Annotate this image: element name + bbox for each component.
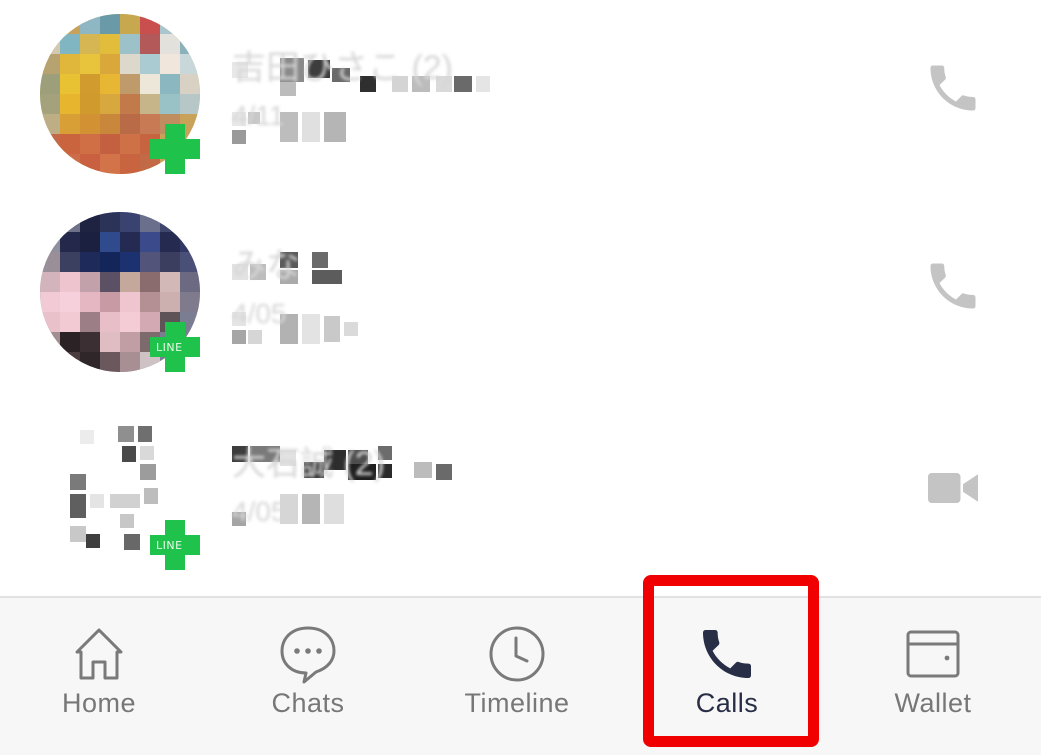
tab-wallet-label: Wallet: [894, 688, 972, 718]
phone-icon: [930, 65, 976, 111]
tab-calls-label: Calls: [695, 688, 759, 718]
line-badge-label: LINE: [156, 341, 183, 354]
tab-wallet[interactable]: Wallet: [829, 598, 1037, 755]
contact-name: 大石誠 (2): [232, 445, 385, 483]
line-badge-label: LINE: [156, 539, 183, 552]
video-camera-icon: [928, 473, 978, 503]
call-date: 4/11: [232, 100, 285, 131]
call-history-row[interactable]: LINE みな 4/05: [0, 198, 1041, 394]
video-call-button[interactable]: [923, 458, 983, 518]
tab-home[interactable]: Home: [0, 598, 203, 755]
line-badge: [150, 124, 200, 174]
tab-calls[interactable]: Calls: [623, 598, 831, 755]
tab-chats[interactable]: Chats: [204, 598, 412, 755]
tab-home-label: Home: [61, 688, 137, 718]
chat-bubble-icon: [276, 622, 340, 686]
line-badge: LINE: [150, 520, 200, 570]
bottom-tab-bar: Home Chats Timeline Calls Wallet: [0, 596, 1041, 755]
phone-icon: [930, 263, 976, 309]
tab-timeline[interactable]: Timeline: [413, 598, 621, 755]
call-date: 4/05: [232, 496, 287, 527]
call-date: 4/05: [232, 298, 287, 329]
tab-timeline-label: Timeline: [464, 688, 570, 718]
contact-name: 吉田ひさこ (2): [232, 49, 453, 87]
wallet-icon: [901, 622, 965, 686]
phone-icon: [695, 622, 759, 686]
line-badge: LINE: [150, 322, 200, 372]
call-history-list: 吉田ひさこ (2) 4/11 LINE みな 4/05 LINE 大石誠 (2)…: [0, 0, 1041, 596]
voice-call-button[interactable]: [923, 256, 983, 316]
voice-call-button[interactable]: [923, 58, 983, 118]
tab-chats-label: Chats: [271, 688, 345, 718]
call-history-row[interactable]: 吉田ひさこ (2) 4/11: [0, 0, 1041, 196]
home-icon: [67, 622, 131, 686]
line-calls-screen: 吉田ひさこ (2) 4/11 LINE みな 4/05 LINE 大石誠 (2)…: [0, 0, 1041, 755]
contact-name: みな: [232, 247, 300, 285]
clock-icon: [485, 622, 549, 686]
call-history-row[interactable]: LINE 大石誠 (2) 4/05: [0, 396, 1041, 592]
